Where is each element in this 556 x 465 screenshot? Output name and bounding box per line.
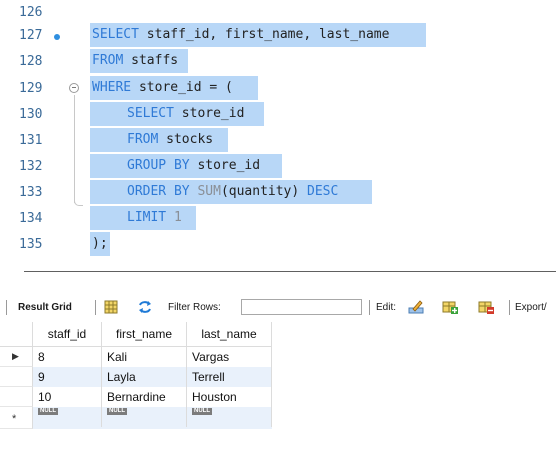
result-toolbar: Result Grid Filter Rows: Edit: Export/ [0, 294, 556, 321]
result-grid: staff_id first_name last_name ▶ 8 Kali V… [0, 322, 556, 465]
row-marker: * [0, 407, 33, 429]
code-line-131[interactable]: 131 FROM stocks [0, 128, 556, 154]
column-header-first-name[interactable]: first_name [102, 322, 187, 347]
sql-keyword: GROUP BY [127, 158, 190, 173]
new-row[interactable]: * NULL NULL NULL [0, 407, 272, 429]
table-cell[interactable]: NULL [102, 407, 187, 427]
table-cell[interactable]: 10 [33, 387, 102, 407]
line-number: 129 [19, 81, 43, 96]
export-label[interactable]: Export/ [515, 302, 547, 313]
row-marker [0, 367, 33, 387]
grid-view-icon[interactable] [103, 300, 119, 314]
sql-keyword: SELECT [127, 106, 174, 121]
code-line-129[interactable]: 129 WHERE store_id = ( [0, 76, 556, 102]
sql-function: SUM [189, 184, 221, 199]
filter-rows-input[interactable] [241, 299, 362, 315]
null-badge: NULL [38, 408, 58, 415]
table-cell[interactable]: Vargas [187, 347, 272, 367]
table-cell[interactable]: Terrell [187, 367, 272, 387]
toolbar-separator [509, 300, 510, 315]
column-header-staff-id[interactable]: staff_id [33, 322, 102, 347]
filter-rows-label: Filter Rows: [168, 302, 221, 313]
edit-label: Edit: [376, 302, 397, 313]
sql-text: store_id [173, 106, 245, 121]
table-cell[interactable]: Kali [102, 347, 187, 367]
code-line-133[interactable]: 133 ORDER BY SUM(quantity) DESC [0, 180, 556, 206]
code-line-128[interactable]: 128 FROM staffs [0, 49, 556, 75]
result-grid-tab[interactable]: Result Grid [18, 302, 72, 313]
sql-text: store_id = ( [131, 80, 233, 95]
sql-text: ); [92, 236, 108, 251]
sql-editor[interactable]: 126 127 SELECT staff_id, first_name, las… [0, 0, 556, 262]
sql-keyword: ORDER BY [127, 184, 190, 199]
sql-keyword: FROM [92, 53, 124, 68]
toolbar-separator [6, 300, 7, 315]
line-number: 131 [19, 133, 43, 148]
toolbar-separator [369, 300, 370, 315]
table-cell[interactable]: Bernardine [102, 387, 187, 407]
row-marker [0, 387, 33, 407]
refresh-icon[interactable] [137, 300, 153, 314]
line-number: 127 [19, 28, 43, 43]
sql-keyword: WHERE [92, 80, 132, 95]
sql-keyword: DESC [307, 184, 339, 199]
row-marker: ▶ [0, 347, 33, 367]
sql-text: (quantity) [220, 184, 308, 199]
table-cell[interactable]: Houston [187, 387, 272, 407]
sql-keyword: SELECT [92, 27, 139, 42]
code-line-135[interactable]: 135 ); [0, 232, 556, 258]
new-row-asterisk-icon: * [12, 413, 17, 425]
sql-text: store_id [189, 158, 261, 173]
current-row-arrow-icon: ▶ [12, 351, 19, 361]
statement-marker-icon [54, 34, 60, 40]
insert-row-icon[interactable] [442, 300, 458, 314]
toolbar-separator [95, 300, 96, 315]
table-cell[interactable]: NULL [33, 407, 102, 427]
fold-toggle-icon[interactable] [69, 83, 79, 93]
line-number: 132 [19, 159, 43, 174]
sql-keyword: LIMIT [127, 210, 167, 225]
table-cell[interactable]: NULL [187, 407, 272, 427]
line-number: 135 [19, 237, 43, 252]
null-badge: NULL [192, 408, 212, 415]
table-cell[interactable]: 8 [33, 347, 102, 367]
line-number: 128 [19, 54, 43, 69]
sql-keyword: FROM [127, 132, 159, 147]
table-row[interactable]: 10 Bernardine Houston [0, 387, 272, 407]
sql-number: 1 [166, 210, 182, 225]
sql-text: staff_id, first_name, last_name [138, 27, 390, 42]
row-header-corner [0, 322, 33, 347]
table-cell[interactable]: Layla [102, 367, 187, 387]
line-number: 134 [19, 211, 43, 226]
null-badge: NULL [107, 408, 127, 415]
fold-guide-end [74, 199, 83, 206]
table-cell[interactable]: 9 [33, 367, 102, 387]
column-header-last-name[interactable]: last_name [187, 322, 272, 347]
panel-splitter[interactable] [24, 271, 556, 272]
code-line-134[interactable]: 134 LIMIT 1 [0, 206, 556, 232]
delete-row-icon[interactable] [478, 300, 494, 314]
line-number: 126 [19, 5, 43, 20]
code-line-127[interactable]: 127 SELECT staff_id, first_name, last_na… [0, 23, 556, 49]
code-line-132[interactable]: 132 GROUP BY store_id [0, 154, 556, 180]
code-line-130[interactable]: 130 SELECT store_id [0, 102, 556, 128]
sql-text: stocks [158, 132, 214, 147]
line-number: 133 [19, 185, 43, 200]
table-row[interactable]: 9 Layla Terrell [0, 367, 272, 387]
sql-text: staffs [123, 53, 179, 68]
edit-row-icon[interactable] [408, 300, 424, 314]
line-number: 130 [19, 107, 43, 122]
table-row[interactable]: ▶ 8 Kali Vargas [0, 347, 272, 367]
